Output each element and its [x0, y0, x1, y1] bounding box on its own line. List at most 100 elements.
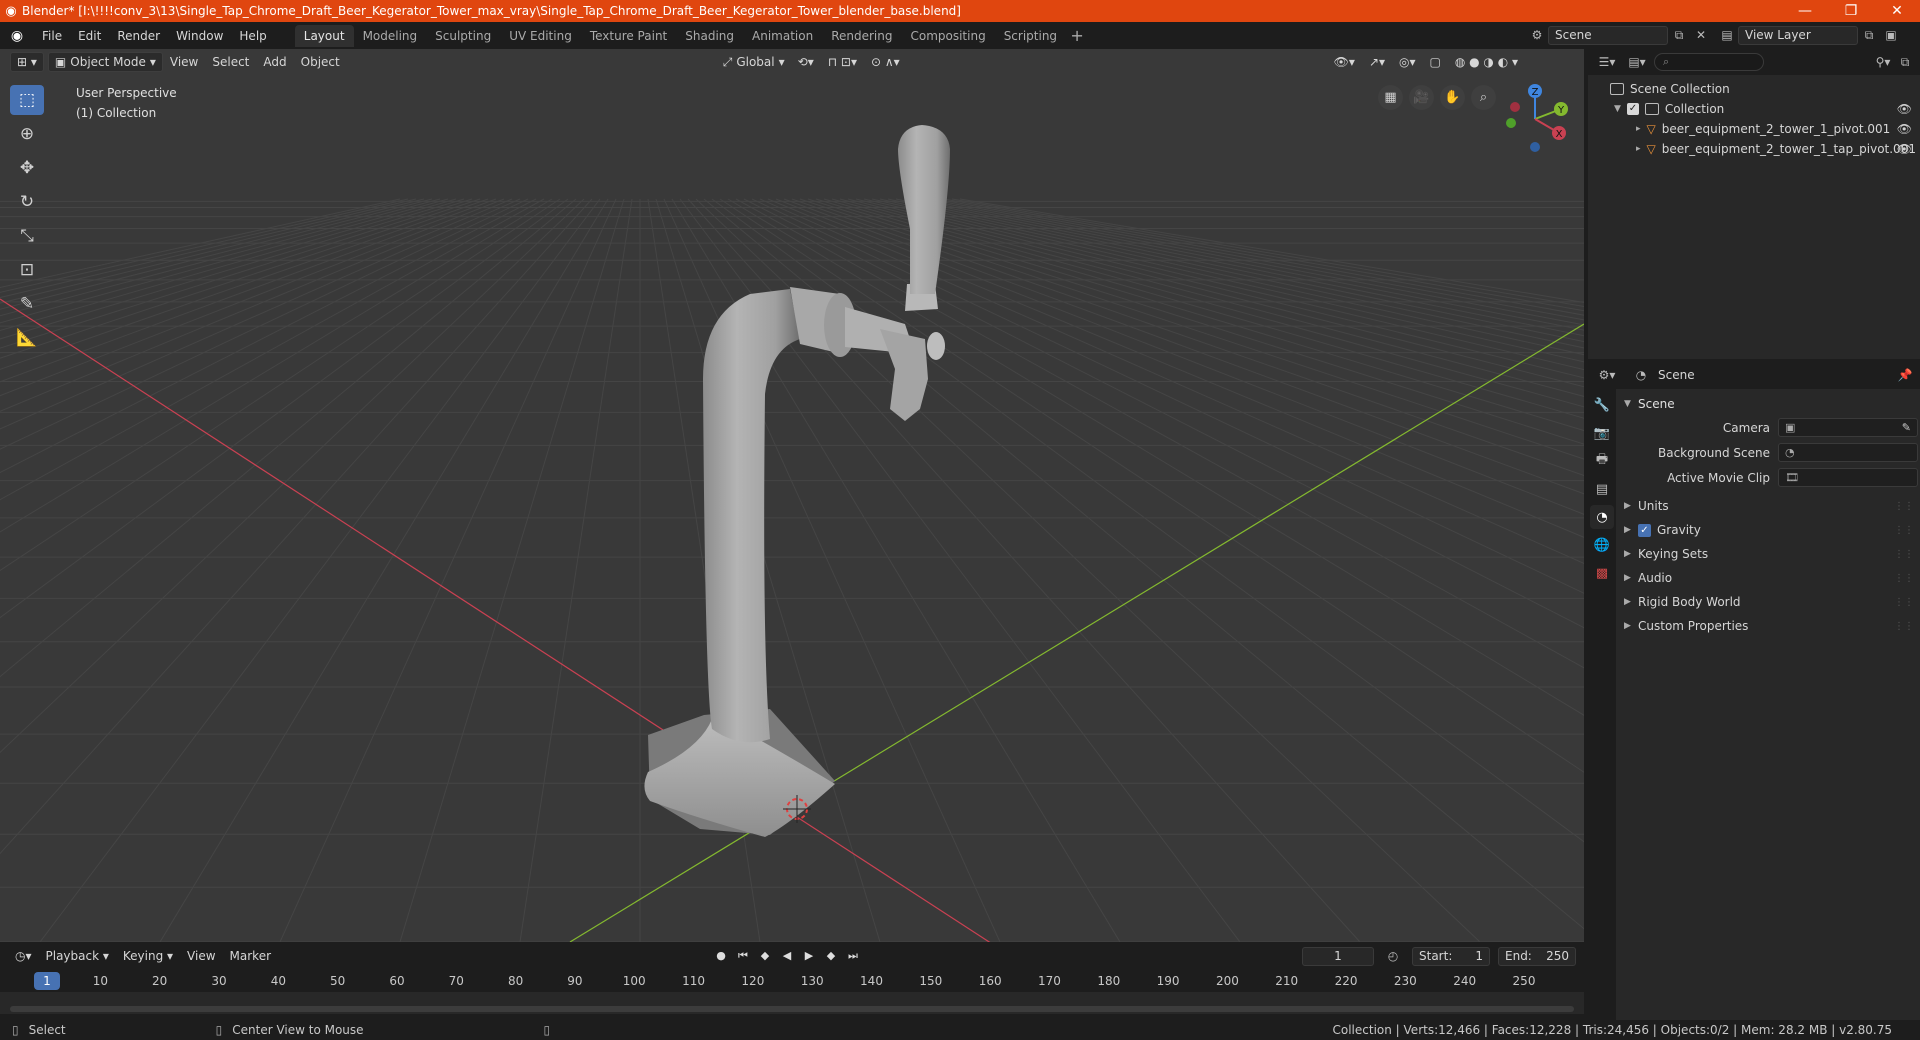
tab-uv-editing[interactable]: UV Editing: [500, 25, 581, 47]
filter-icon[interactable]: ⚲▾: [1872, 52, 1894, 72]
gravity-panel[interactable]: ▶ ✓ Gravity ⋮⋮: [1618, 518, 1920, 542]
blender-menu-icon[interactable]: ◉: [0, 28, 34, 44]
record-icon[interactable]: ●: [712, 946, 730, 966]
navigation-gizmo[interactable]: Z Y X: [1495, 79, 1575, 159]
output-tab-icon[interactable]: 🖶: [1590, 449, 1614, 473]
menu-object[interactable]: Object: [294, 55, 347, 69]
drag-grip-icon[interactable]: ⋮⋮: [1894, 597, 1914, 608]
audio-panel[interactable]: ▶ Audio ⋮⋮: [1618, 566, 1920, 590]
drag-grip-icon[interactable]: ⋮⋮: [1894, 501, 1914, 512]
menu-select[interactable]: Select: [205, 55, 256, 69]
tab-sculpting[interactable]: Sculpting: [426, 25, 500, 47]
3d-viewport[interactable]: ⊞ ▾ ▣ Object Mode ▾ View Select Add Object…: [0, 49, 1584, 942]
current-frame-field[interactable]: 1: [1302, 946, 1374, 966]
scene-tab-icon[interactable]: ◔: [1590, 505, 1614, 529]
view-layer-icon[interactable]: ▤: [1716, 25, 1738, 45]
drag-grip-icon[interactable]: ⋮⋮: [1894, 621, 1914, 632]
tab-modeling[interactable]: Modeling: [354, 25, 427, 47]
scale-tool-icon[interactable]: ⤡: [10, 221, 44, 251]
pan-hand-icon[interactable]: ✋: [1440, 85, 1465, 110]
menu-file[interactable]: File: [34, 26, 70, 46]
tab-scripting[interactable]: Scripting: [995, 25, 1066, 47]
cursor-tool-icon[interactable]: ⊕: [10, 119, 44, 149]
pivot-point-icon[interactable]: ⟲▾: [791, 55, 821, 69]
move-tool-icon[interactable]: ✥: [10, 153, 44, 183]
tab-layout[interactable]: Layout: [294, 24, 354, 47]
timeline-ruler[interactable]: 1 10 20 30 40 50 60 70 80 90 100 110 120 130 140 150 160…: [0, 970, 1584, 992]
camera-view-icon[interactable]: 🎥: [1409, 85, 1434, 110]
menu-window[interactable]: Window: [168, 26, 231, 46]
delete-view-layer-icon[interactable]: ▣: [1880, 25, 1902, 45]
properties-editor-type-icon[interactable]: ⚙▾: [1596, 365, 1618, 385]
restore-button[interactable]: ❐: [1828, 0, 1874, 22]
play-reverse-icon[interactable]: ◀: [778, 946, 796, 966]
transform-tool-icon[interactable]: ⊡: [10, 255, 44, 285]
gravity-checkbox[interactable]: ✓: [1638, 523, 1651, 537]
expand-arrow-icon[interactable]: ▼: [1614, 104, 1621, 114]
menu-edit[interactable]: Edit: [70, 26, 109, 46]
delete-scene-icon[interactable]: ✕: [1690, 25, 1712, 45]
shading-modes-icon[interactable]: ◍ ● ◑ ◐ ▾: [1448, 55, 1525, 69]
snap-icon[interactable]: ⊓ ⊡▾: [821, 55, 864, 69]
viewport-scene[interactable]: [0, 49, 1584, 942]
custom-properties-panel[interactable]: ▶ Custom Properties ⋮⋮: [1618, 614, 1920, 638]
menu-marker[interactable]: Marker: [223, 949, 278, 963]
current-frame-cursor[interactable]: 1: [34, 972, 60, 990]
start-frame-field[interactable]: Start: 1: [1412, 946, 1490, 966]
menu-render[interactable]: Render: [109, 26, 168, 46]
minimize-button[interactable]: —: [1782, 0, 1828, 22]
close-button[interactable]: ✕: [1874, 0, 1920, 22]
world-tab-icon[interactable]: 🌐: [1590, 533, 1614, 557]
view-layer-tab-icon[interactable]: ▤: [1590, 477, 1614, 501]
prev-keyframe-icon[interactable]: ◆: [756, 946, 774, 966]
menu-keying[interactable]: Keying ▾: [116, 949, 180, 963]
eyedropper-icon[interactable]: ✎: [1902, 419, 1911, 436]
scene-panel-header[interactable]: ▼ Scene: [1618, 393, 1920, 415]
units-panel[interactable]: ▶ Units ⋮⋮: [1618, 494, 1920, 518]
background-scene-field[interactable]: ◔: [1778, 443, 1918, 462]
new-collection-icon[interactable]: ⧉: [1894, 52, 1916, 72]
drag-grip-icon[interactable]: ⋮⋮: [1894, 573, 1914, 584]
scene-field[interactable]: Scene: [1548, 25, 1668, 45]
outliner-search-input[interactable]: ⌕: [1654, 53, 1764, 71]
new-scene-icon[interactable]: ⧉: [1668, 25, 1690, 45]
next-keyframe-icon[interactable]: ◆: [822, 946, 840, 966]
clock-icon[interactable]: ◴: [1382, 946, 1404, 966]
view-layer-field[interactable]: View Layer: [1738, 25, 1858, 45]
keying-sets-panel[interactable]: ▶ Keying Sets ⋮⋮: [1618, 542, 1920, 566]
add-workspace-icon[interactable]: +: [1066, 25, 1088, 47]
toggle-camera-grid-icon[interactable]: ▦: [1378, 85, 1403, 110]
new-view-layer-icon[interactable]: ⧉: [1858, 25, 1880, 45]
play-icon[interactable]: ▶: [800, 946, 818, 966]
editor-type-icon[interactable]: ⊞ ▾: [10, 52, 44, 72]
transform-orientation-dropdown[interactable]: ⤢ Global ▾: [717, 52, 791, 72]
gizmo-toggle-icon[interactable]: ↗▾: [1362, 55, 1392, 69]
outliner-object-row[interactable]: ▸ ▽ beer_equipment_2_tower_1_pivot.001 👁: [1588, 119, 1920, 139]
drag-grip-icon[interactable]: ⋮⋮: [1894, 525, 1914, 536]
jump-end-icon[interactable]: ⏭: [844, 946, 862, 966]
xray-icon[interactable]: ▢: [1423, 55, 1448, 69]
menu-view[interactable]: View: [163, 55, 205, 69]
menu-timeline-view[interactable]: View: [180, 949, 222, 963]
menu-playback[interactable]: Playback ▾: [39, 949, 116, 963]
timeline-editor-type-icon[interactable]: ◷▾: [8, 949, 39, 963]
active-movie-clip-field[interactable]: 🎞: [1778, 468, 1918, 487]
rotate-tool-icon[interactable]: ↻: [10, 187, 44, 217]
visibility-eye-icon[interactable]: 👁: [1897, 102, 1912, 116]
tool-tab-icon[interactable]: 🔧: [1590, 393, 1614, 417]
visibility-icon[interactable]: 👁▾: [1327, 55, 1362, 69]
tab-texture-paint[interactable]: Texture Paint: [581, 25, 676, 47]
annotate-tool-icon[interactable]: ✎: [10, 289, 44, 319]
scene-icon[interactable]: ⚙: [1526, 25, 1548, 45]
menu-add[interactable]: Add: [256, 55, 293, 69]
outliner-editor-type-icon[interactable]: ☰▾: [1596, 52, 1618, 72]
menu-help[interactable]: Help: [231, 26, 274, 46]
texture-tab-icon[interactable]: ▩: [1590, 561, 1614, 585]
proportional-editing-icon[interactable]: ⊙ ∧▾: [864, 55, 907, 69]
visibility-eye-icon[interactable]: 👁: [1897, 142, 1912, 156]
visibility-eye-icon[interactable]: 👁: [1897, 122, 1912, 136]
rigid-body-world-panel[interactable]: ▶ Rigid Body World ⋮⋮: [1618, 590, 1920, 614]
zoom-icon[interactable]: ⌕: [1471, 85, 1496, 110]
render-tab-icon[interactable]: 📷: [1590, 421, 1614, 445]
tab-animation[interactable]: Animation: [743, 25, 822, 47]
